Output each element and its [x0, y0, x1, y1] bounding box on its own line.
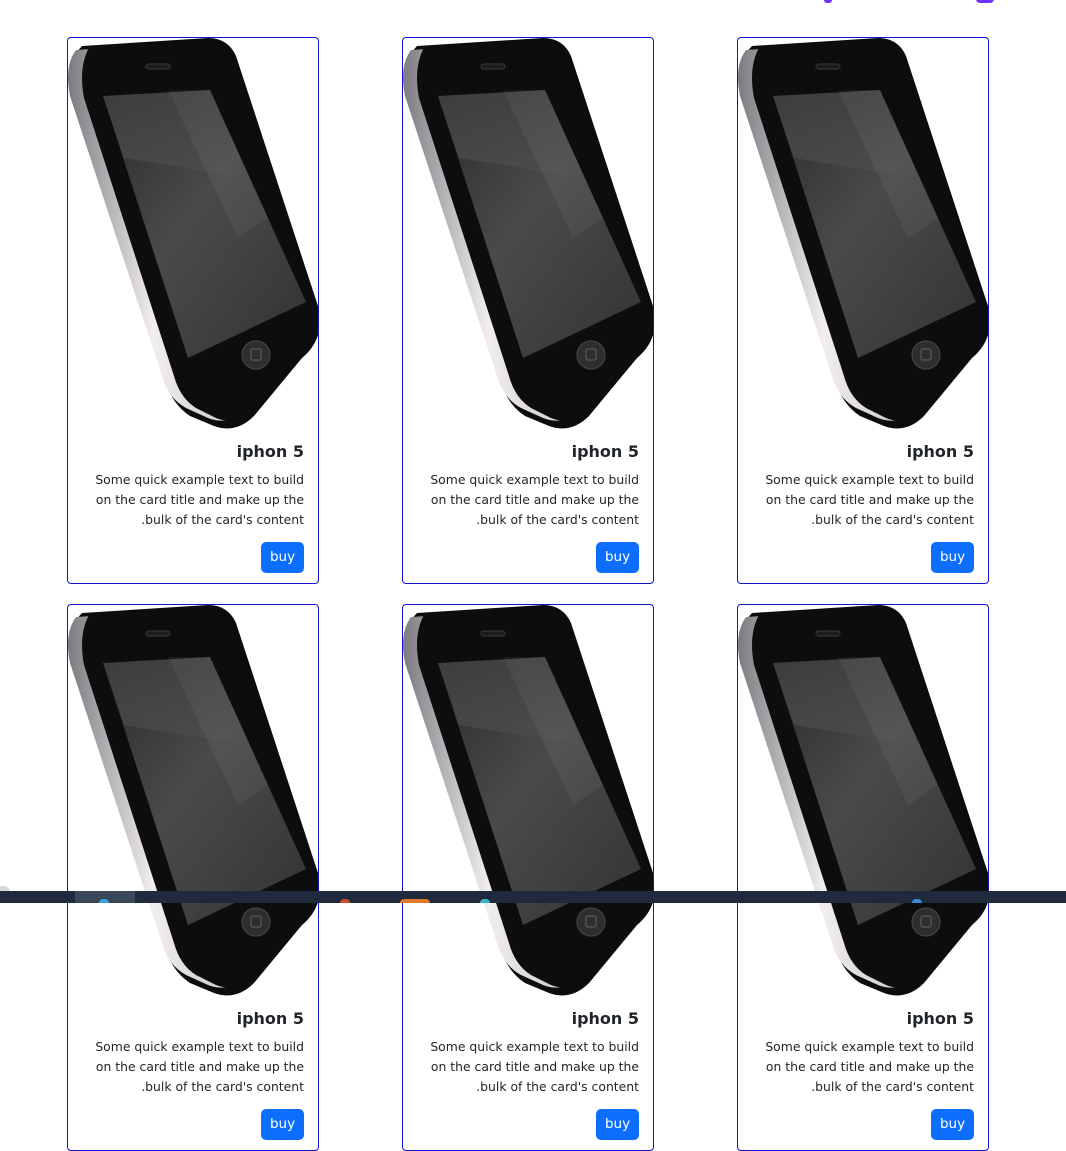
buy-button[interactable]: buy: [931, 1109, 974, 1140]
card-title: iphon 5: [906, 442, 974, 461]
buy-button[interactable]: buy: [931, 542, 974, 573]
taskbar-app-icon[interactable]: [480, 899, 490, 903]
product-card: iphon 5 Some quick example text to build…: [67, 37, 319, 584]
taskbar: [0, 891, 1066, 903]
smartphone-image: [403, 605, 653, 997]
page: { "products": [ {"title": "iphon 5", "te…: [0, 0, 1066, 1151]
header-glyph: [824, 0, 832, 3]
smartphone-image: [68, 38, 318, 430]
header-remnant: [800, 0, 1000, 4]
product-card: iphon 5 Some quick example text to build…: [737, 37, 989, 584]
card-body: iphon 5 Some quick example text to build…: [68, 997, 318, 1140]
card-title: iphon 5: [236, 1009, 304, 1028]
product-card: iphon 5 Some quick example text to build…: [737, 604, 989, 1151]
taskbar-active-app[interactable]: [75, 891, 135, 903]
smartphone-image: [403, 38, 653, 430]
smartphone-image: [738, 38, 988, 430]
header-glyph: [976, 0, 994, 3]
browser-icon: [99, 899, 109, 903]
product-card: iphon 5 Some quick example text to build…: [402, 604, 654, 1151]
buy-button[interactable]: buy: [596, 542, 639, 573]
product-card: iphon 5 Some quick example text to build…: [402, 37, 654, 584]
card-body: iphon 5 Some quick example text to build…: [68, 430, 318, 573]
buy-button[interactable]: buy: [596, 1109, 639, 1140]
card-body: iphon 5 Some quick example text to build…: [738, 997, 988, 1140]
product-card: iphon 5 Some quick example text to build…: [67, 604, 319, 1151]
smartphone-image: [738, 605, 988, 997]
card-body: iphon 5 Some quick example text to build…: [403, 997, 653, 1140]
card-text: Some quick example text to build on the …: [765, 472, 974, 527]
smartphone-image: [68, 605, 318, 997]
card-text: Some quick example text to build on the …: [95, 1039, 304, 1094]
card-text: Some quick example text to build on the …: [430, 472, 639, 527]
card-text: Some quick example text to build on the …: [95, 472, 304, 527]
taskbar-app-icon[interactable]: [340, 899, 350, 903]
card-text: Some quick example text to build on the …: [430, 1039, 639, 1094]
card-body: iphon 5 Some quick example text to build…: [403, 430, 653, 573]
card-title: iphon 5: [571, 442, 639, 461]
card-body: iphon 5 Some quick example text to build…: [738, 430, 988, 573]
buy-button[interactable]: buy: [261, 542, 304, 573]
card-text: Some quick example text to build on the …: [765, 1039, 974, 1094]
taskbar-app-icon[interactable]: [400, 899, 430, 903]
buy-button[interactable]: buy: [261, 1109, 304, 1140]
card-title: iphon 5: [906, 1009, 974, 1028]
card-title: iphon 5: [571, 1009, 639, 1028]
card-title: iphon 5: [236, 442, 304, 461]
taskbar-app-icon[interactable]: [912, 899, 922, 903]
